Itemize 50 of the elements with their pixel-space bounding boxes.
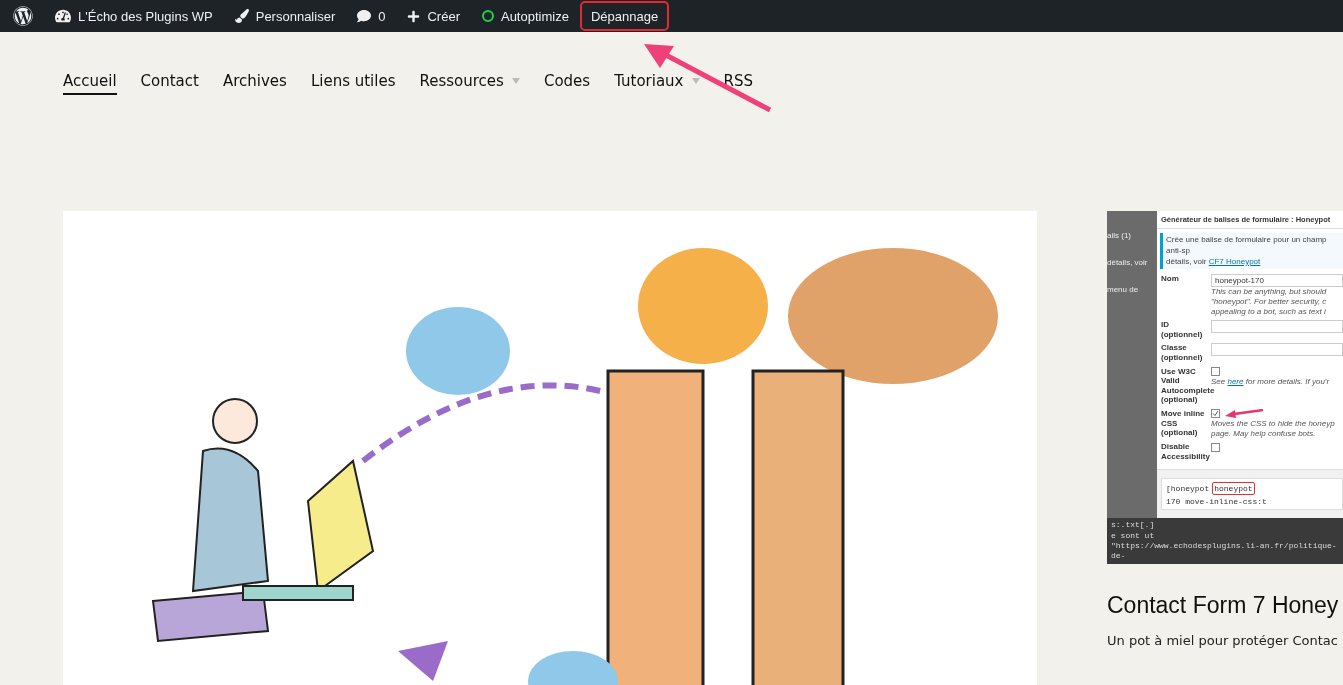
input-field[interactable] bbox=[1211, 320, 1343, 334]
help-text: "honeypot". For better security, c bbox=[1211, 297, 1328, 307]
field-label: Disable Accessibility bbox=[1161, 442, 1211, 462]
notice-text: détails, voir bbox=[1166, 256, 1207, 266]
field-label: Nom bbox=[1161, 274, 1180, 284]
background-text: ails (1) bbox=[1107, 231, 1132, 240]
background-text: détails, voir bbox=[1107, 258, 1149, 267]
help-text: page. May help confuse bots. bbox=[1211, 428, 1317, 439]
nav-link[interactable]: Contact bbox=[140, 72, 199, 95]
help-text: See here for more details. If you'r bbox=[1211, 376, 1331, 387]
nav-link[interactable]: Ressources bbox=[419, 72, 520, 95]
input-field[interactable] bbox=[1211, 343, 1343, 357]
admin-bar-item[interactable]: L'Écho des Plugins WP bbox=[44, 1, 224, 31]
nav-link[interactable]: Archives bbox=[222, 72, 287, 95]
admin-bar-item[interactable]: Créer bbox=[396, 1, 471, 31]
annotation-arrow bbox=[1224, 408, 1264, 419]
comment-icon bbox=[357, 9, 372, 23]
background-text: menu de bbox=[1107, 285, 1140, 294]
field-label: ID (optionnel) bbox=[1161, 320, 1204, 340]
field-label: Classe (optionnel) bbox=[1161, 343, 1204, 363]
checkbox[interactable] bbox=[1211, 409, 1220, 419]
field-label: Move inline CSS (optional) bbox=[1161, 408, 1206, 438]
nav-link[interactable]: Tutoriaux bbox=[614, 72, 700, 95]
plus-icon bbox=[407, 9, 421, 23]
code-line: "https://www.echodesplugins.li-an.fr/politique-de- bbox=[1111, 541, 1338, 562]
dashboard-icon bbox=[55, 8, 71, 24]
shortcode-field[interactable]: [honeypot honeypot 170 move-inline-css:t bbox=[1161, 478, 1343, 511]
post-title[interactable]: Contact Form 7 Honey bbox=[1107, 591, 1343, 619]
help-text: Moves the CSS to hide the honeyp bbox=[1211, 418, 1336, 429]
admin-bar-item[interactable]: 0 bbox=[346, 1, 397, 31]
checkbox[interactable] bbox=[1211, 442, 1220, 452]
admin-bar-item[interactable]: Dépannage bbox=[579, 1, 670, 31]
admin-bar-item[interactable]: Autoptimize bbox=[470, 1, 580, 31]
help-text: This can be anything, but should bbox=[1211, 287, 1328, 297]
status-icon bbox=[481, 10, 494, 22]
nav-link[interactable]: Liens utiles bbox=[310, 72, 396, 95]
help-link[interactable]: here bbox=[1227, 376, 1244, 386]
help-text: appealing to a bot, such as text i bbox=[1211, 306, 1327, 317]
code-line: e sont ut bbox=[1111, 530, 1156, 542]
notice-link[interactable]: CF7 Honeypot bbox=[1208, 256, 1261, 266]
post-excerpt: Un pot à miel pour protéger Contac bbox=[1107, 632, 1339, 648]
wordpress-icon bbox=[13, 6, 33, 26]
admin-bar-item[interactable]: Personnaliser bbox=[223, 1, 347, 31]
nav-link[interactable]: Accueil bbox=[63, 72, 117, 95]
input-field[interactable]: honeypot-170 bbox=[1211, 274, 1343, 288]
brush-icon bbox=[234, 9, 249, 23]
code-line: s:.txt[.] bbox=[1111, 520, 1156, 531]
nav-link[interactable]: Codes bbox=[543, 72, 591, 95]
checkbox[interactable] bbox=[1211, 367, 1220, 377]
nav-link[interactable]: RSS bbox=[723, 72, 753, 95]
